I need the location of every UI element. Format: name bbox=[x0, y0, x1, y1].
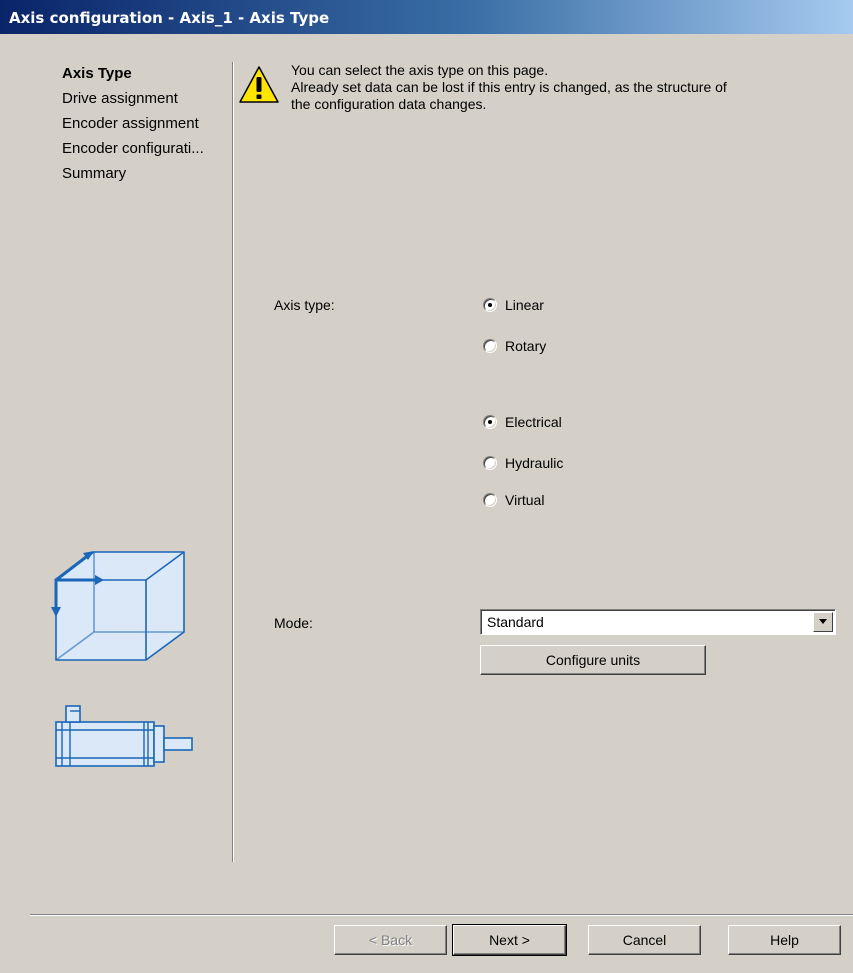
nav-item-encoder-configuration[interactable]: Encoder configurati... bbox=[62, 139, 232, 164]
radio-hydraulic-label: Hydraulic bbox=[505, 455, 564, 471]
radio-electrical-indicator[interactable] bbox=[483, 415, 497, 429]
cancel-button[interactable]: Cancel bbox=[588, 925, 701, 955]
help-button[interactable]: Help bbox=[728, 925, 841, 955]
axis-cube-icon bbox=[51, 551, 185, 661]
radio-electrical[interactable]: Electrical bbox=[483, 412, 562, 432]
wizard-step-list: Axis Type Drive assignment Encoder assig… bbox=[62, 64, 232, 189]
nav-item-drive-assignment[interactable]: Drive assignment bbox=[62, 89, 232, 114]
radio-virtual-label: Virtual bbox=[505, 492, 545, 508]
mode-label: Mode: bbox=[274, 615, 313, 631]
motor-icon bbox=[55, 705, 193, 767]
radio-virtual-indicator[interactable] bbox=[483, 493, 497, 507]
radio-rotary-indicator[interactable] bbox=[483, 339, 497, 353]
mode-select[interactable]: Standard bbox=[480, 609, 836, 635]
radio-linear-indicator[interactable] bbox=[483, 298, 497, 312]
nav-item-summary[interactable]: Summary bbox=[62, 164, 232, 189]
info-message: You can select the axis type on this pag… bbox=[291, 62, 841, 113]
radio-linear-label: Linear bbox=[505, 297, 544, 313]
chevron-down-icon bbox=[819, 619, 827, 624]
footer-divider bbox=[30, 914, 853, 916]
radio-virtual[interactable]: Virtual bbox=[483, 490, 544, 510]
nav-item-axis-type[interactable]: Axis Type bbox=[62, 64, 232, 89]
radio-electrical-label: Electrical bbox=[505, 414, 562, 430]
next-button[interactable]: Next > bbox=[452, 924, 567, 956]
radio-linear[interactable]: Linear bbox=[483, 295, 544, 315]
back-button[interactable]: < Back bbox=[334, 925, 447, 955]
warning-icon bbox=[239, 66, 279, 103]
window-title: Axis configuration - Axis_1 - Axis Type bbox=[0, 0, 853, 34]
configure-units-button[interactable]: Configure units bbox=[480, 645, 706, 675]
info-line-3: the configuration data changes. bbox=[291, 96, 487, 112]
vertical-divider bbox=[232, 62, 234, 862]
radio-hydraulic[interactable]: Hydraulic bbox=[483, 453, 563, 473]
info-line-2: Already set data can be lost if this ent… bbox=[291, 79, 727, 95]
mode-select-value: Standard bbox=[487, 614, 544, 630]
axis-type-label: Axis type: bbox=[274, 297, 335, 313]
radio-hydraulic-indicator[interactable] bbox=[483, 456, 497, 470]
radio-rotary[interactable]: Rotary bbox=[483, 336, 546, 356]
info-line-1: You can select the axis type on this pag… bbox=[291, 62, 549, 78]
radio-rotary-label: Rotary bbox=[505, 338, 547, 354]
mode-dropdown-button[interactable] bbox=[813, 612, 833, 632]
nav-item-encoder-assignment[interactable]: Encoder assignment bbox=[62, 114, 232, 139]
